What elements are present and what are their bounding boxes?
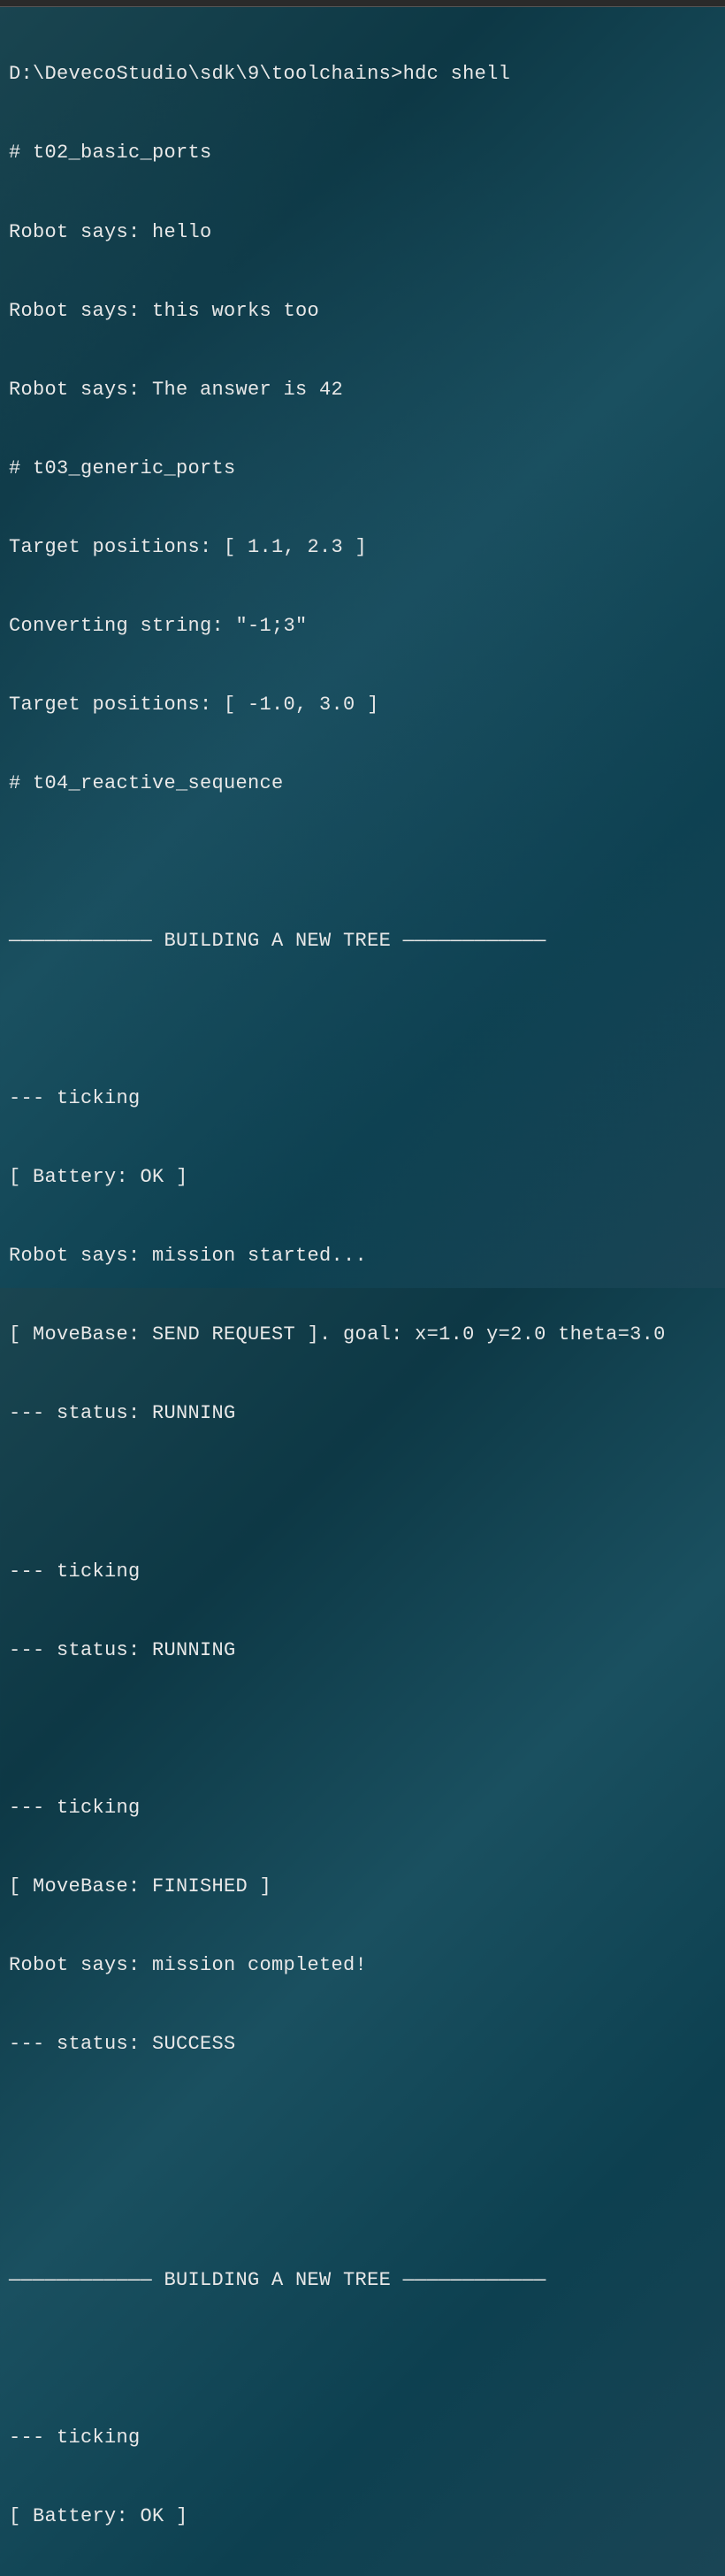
terminal-line bbox=[9, 1716, 716, 1743]
terminal-line: --- ticking bbox=[9, 1085, 716, 1112]
terminal-line: --- status: RUNNING bbox=[9, 1637, 716, 1664]
terminal-line: # t02_basic_ports bbox=[9, 140, 716, 166]
terminal-line: Target positions: [ -1.0, 3.0 ] bbox=[9, 692, 716, 718]
terminal-line: --- ticking bbox=[9, 2425, 716, 2451]
terminal-line: [ MoveBase: SEND REQUEST ]. goal: x=1.0 … bbox=[9, 1322, 716, 1348]
terminal-line: --- status: SUCCESS bbox=[9, 2031, 716, 2058]
terminal-line: Robot says: mission completed! bbox=[9, 1952, 716, 1979]
terminal-line bbox=[9, 2346, 716, 2373]
terminal-line: Robot says: mission started... bbox=[9, 1243, 716, 1269]
terminal-line: Target positions: [ 1.1, 2.3 ] bbox=[9, 534, 716, 561]
terminal-line: ———————————— BUILDING A NEW TREE ———————… bbox=[9, 928, 716, 954]
terminal-line bbox=[9, 1007, 716, 1033]
terminal-line bbox=[9, 849, 716, 876]
terminal-line: --- ticking bbox=[9, 1795, 716, 1821]
terminal-line: # t03_generic_ports bbox=[9, 456, 716, 482]
terminal-line: D:\DevecoStudio\sdk\9\toolchains>hdc she… bbox=[9, 61, 716, 88]
terminal-line: [ MoveBase: FINISHED ] bbox=[9, 1874, 716, 1900]
terminal-line bbox=[9, 2189, 716, 2215]
terminal-line bbox=[9, 1480, 716, 1506]
terminal-line: # t04_reactive_sequence bbox=[9, 770, 716, 797]
terminal-line: Robot says: The answer is 42 bbox=[9, 377, 716, 403]
terminal-line: [ Battery: OK ] bbox=[9, 1164, 716, 1191]
terminal-line: --- ticking bbox=[9, 1559, 716, 1585]
terminal-line: ———————————— BUILDING A NEW TREE ———————… bbox=[9, 2267, 716, 2294]
terminal-line: Converting string: "-1;3" bbox=[9, 613, 716, 640]
terminal-line: --- status: RUNNING bbox=[9, 1400, 716, 1427]
terminal-line: Robot says: this works too bbox=[9, 298, 716, 325]
terminal-line bbox=[9, 2110, 716, 2136]
titlebar-area bbox=[0, 0, 725, 7]
terminal-line: Robot says: hello bbox=[9, 219, 716, 246]
terminal-line: [ Battery: OK ] bbox=[9, 2503, 716, 2530]
terminal-output[interactable]: D:\DevecoStudio\sdk\9\toolchains>hdc she… bbox=[9, 9, 716, 2576]
